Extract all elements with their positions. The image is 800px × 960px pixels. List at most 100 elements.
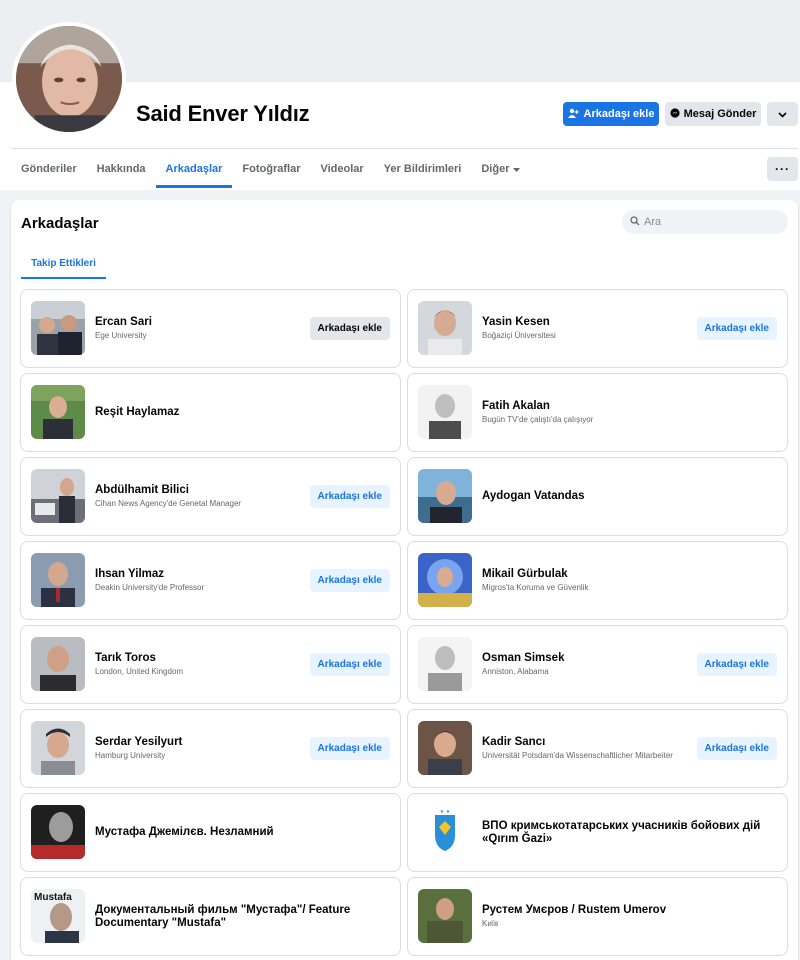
friends-grid: Ercan Sari Ege University Arkadaşı ekle …: [20, 289, 790, 956]
friend-card[interactable]: Reşit Haylamaz: [20, 373, 401, 452]
friend-name[interactable]: Reşit Haylamaz: [95, 406, 390, 419]
friends-search[interactable]: [622, 210, 788, 234]
friend-photo[interactable]: [418, 889, 472, 943]
add-friend-button[interactable]: Arkadaşı ekle: [696, 653, 777, 676]
friend-name[interactable]: Ercan Sari: [95, 316, 290, 329]
friend-photo[interactable]: [31, 721, 85, 775]
profile-more-button[interactable]: [767, 102, 798, 126]
friends-panel: Arkadaşlar Takip Ettikleri Ercan Sari Eg…: [11, 200, 798, 960]
tab-photos[interactable]: Fotoğraflar: [232, 150, 310, 188]
tab-label: Gönderiler: [21, 163, 77, 175]
friend-card[interactable]: Рустем Умєров / Rustem Umerov Kиїв: [407, 877, 788, 956]
friend-photo[interactable]: [418, 385, 472, 439]
friend-card[interactable]: Abdülhamit Bilici Cihan News Agency'de G…: [20, 457, 401, 536]
search-icon: [630, 213, 640, 231]
friend-subtitle: Anniston, Alabama: [482, 667, 549, 676]
tab-friends[interactable]: Arkadaşlar: [155, 150, 233, 188]
friend-subtitle: Kиїв: [482, 919, 499, 928]
page-card[interactable]: ★ ★ ВПО кримськотатарських учасників бой…: [407, 793, 788, 872]
friend-card[interactable]: Serdar Yesilyurt Hamburg University Arka…: [20, 709, 401, 788]
friend-info: Tarık Toros London, United Kingdom: [95, 626, 290, 703]
friend-card[interactable]: Ercan Sari Ege University Arkadaşı ekle: [20, 289, 401, 368]
send-message-button[interactable]: Mesaj Gönder: [665, 102, 761, 126]
add-person-icon: [567, 108, 579, 121]
friend-card[interactable]: Kadir Sancı Universität Potsdam'da Wisse…: [407, 709, 788, 788]
add-friend-button[interactable]: Arkadaşı ekle: [309, 485, 390, 508]
friend-info: Kadir Sancı Universität Potsdam'da Wisse…: [482, 710, 677, 787]
friend-name[interactable]: Aydogan Vatandas: [482, 490, 777, 503]
profile-avatar[interactable]: [12, 22, 126, 136]
caret-down-icon: [513, 163, 521, 175]
friend-card[interactable]: Yasin Kesen Boğaziçi Üniversitesi Arkada…: [407, 289, 788, 368]
friend-photo[interactable]: [31, 385, 85, 439]
page-name[interactable]: ВПО кримськотатарських учасників бойових…: [482, 820, 777, 846]
page-name[interactable]: Мустафа Джемілєв. Незламний: [95, 826, 390, 839]
tab-videos[interactable]: Videolar: [310, 150, 373, 188]
friend-name[interactable]: Serdar Yesilyurt: [95, 736, 290, 749]
profile-nav: Gönderiler Hakkında Arkadaşlar Fotoğrafl…: [11, 150, 530, 188]
tab-following[interactable]: Takip Ettikleri: [21, 248, 106, 279]
friend-card[interactable]: Mikail Gürbulak Migros'ta Koruma ve Güve…: [407, 541, 788, 620]
tab-about[interactable]: Hakkında: [87, 150, 156, 188]
friend-card[interactable]: Osman Simsek Anniston, Alabama Arkadaşı …: [407, 625, 788, 704]
friend-card[interactable]: Ihsan Yilmaz Deakin University'de Profes…: [20, 541, 401, 620]
friend-photo[interactable]: [418, 637, 472, 691]
friend-name[interactable]: Ihsan Yilmaz: [95, 568, 290, 581]
friend-info: Mikail Gürbulak Migros'ta Koruma ve Güve…: [482, 542, 777, 619]
chevron-down-icon: [778, 105, 787, 123]
add-friend-button[interactable]: Arkadaşı ekle: [309, 317, 390, 340]
page-info: ВПО кримськотатарських учасників бойових…: [482, 794, 777, 871]
page-photo[interactable]: Mustafa: [31, 889, 85, 943]
friend-info: Ihsan Yilmaz Deakin University'de Profes…: [95, 542, 290, 619]
friend-card[interactable]: Tarık Toros London, United Kingdom Arkad…: [20, 625, 401, 704]
page-card[interactable]: Mustafa Документальный фильм "Мустафа"/ …: [20, 877, 401, 956]
tab-more[interactable]: Diğer: [471, 150, 530, 188]
friend-name[interactable]: Abdülhamit Bilici: [95, 484, 290, 497]
friend-photo[interactable]: [418, 721, 472, 775]
page-name[interactable]: Документальный фильм "Мустафа"/ Feature …: [95, 904, 390, 930]
header-divider: [11, 148, 798, 149]
friend-photo[interactable]: [418, 553, 472, 607]
friend-card[interactable]: Aydogan Vatandas: [407, 457, 788, 536]
add-friend-button[interactable]: Arkadaşı ekle: [563, 102, 659, 126]
friend-name[interactable]: Tarık Toros: [95, 652, 290, 665]
friend-name[interactable]: Рустем Умєров / Rustem Umerov: [482, 904, 777, 917]
friend-subtitle: London, United Kingdom: [95, 667, 184, 676]
nav-more-button[interactable]: ···: [767, 157, 798, 181]
tab-posts[interactable]: Gönderiler: [11, 150, 87, 188]
friend-photo[interactable]: [418, 301, 472, 355]
add-friend-button[interactable]: Arkadaşı ekle: [696, 737, 777, 760]
page-photo[interactable]: [31, 805, 85, 859]
friend-subtitle: Ege University: [95, 331, 147, 340]
friend-name[interactable]: Mikail Gürbulak: [482, 568, 777, 581]
friend-info: Рустем Умєров / Rustem Umerov Kиїв: [482, 878, 777, 955]
tab-check-ins[interactable]: Yer Bildirimleri: [374, 150, 472, 188]
friend-subtitle: Deakin University'de Professor: [95, 583, 205, 592]
friend-photo[interactable]: [31, 301, 85, 355]
friend-photo[interactable]: [31, 637, 85, 691]
friend-card[interactable]: Fatih Akalan Bugün TV'de çalıştı'da çalı…: [407, 373, 788, 452]
friend-subtitle: Boğaziçi Üniversitesi: [482, 331, 556, 340]
tab-label: Yer Bildirimleri: [383, 163, 462, 175]
thumb-caption: Mustafa: [34, 892, 72, 903]
friend-name[interactable]: Yasin Kesen: [482, 316, 677, 329]
page-photo[interactable]: ★ ★: [418, 805, 472, 859]
friend-photo[interactable]: [31, 553, 85, 607]
add-friend-button[interactable]: Arkadaşı ekle: [696, 317, 777, 340]
tab-label: Videolar: [320, 163, 364, 175]
friend-name[interactable]: Osman Simsek: [482, 652, 677, 665]
friend-info: Fatih Akalan Bugün TV'de çalıştı'da çalı…: [482, 374, 777, 451]
add-friend-button[interactable]: Arkadaşı ekle: [309, 737, 390, 760]
friend-photo[interactable]: [31, 469, 85, 523]
add-friend-button[interactable]: Arkadaşı ekle: [309, 653, 390, 676]
search-input[interactable]: [644, 216, 774, 228]
tab-label: Fotoğraflar: [242, 163, 301, 175]
svg-text:★ ★: ★ ★: [440, 809, 451, 815]
friend-name[interactable]: Fatih Akalan: [482, 400, 777, 413]
tab-label: Diğer: [481, 163, 510, 175]
page-card[interactable]: Мустафа Джемілєв. Незламний: [20, 793, 401, 872]
friend-name[interactable]: Kadir Sancı: [482, 736, 677, 749]
friend-photo[interactable]: [418, 469, 472, 523]
add-friend-button[interactable]: Arkadaşı ekle: [309, 569, 390, 592]
friend-info: Yasin Kesen Boğaziçi Üniversitesi: [482, 290, 677, 367]
